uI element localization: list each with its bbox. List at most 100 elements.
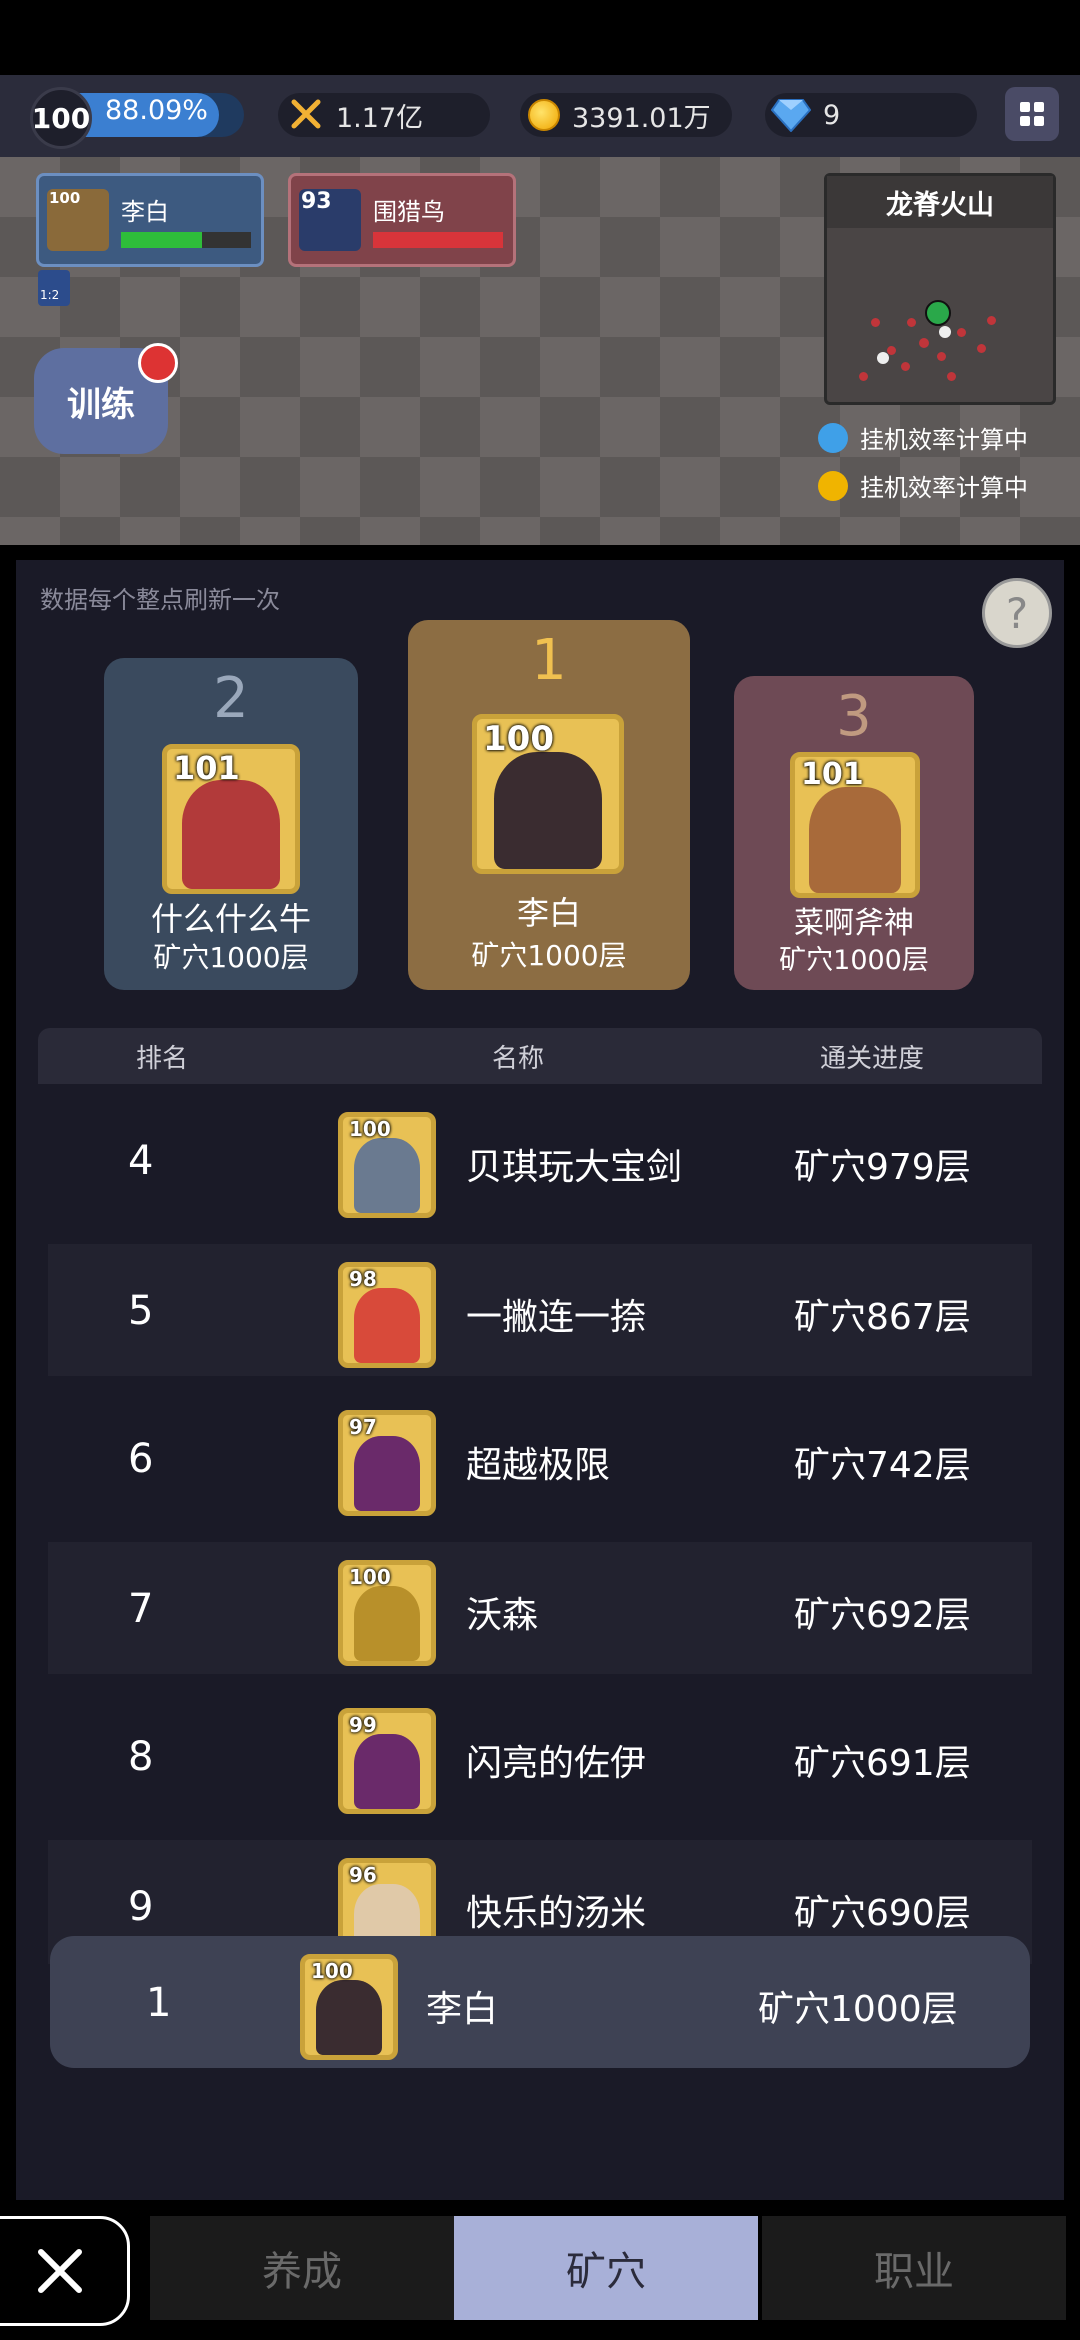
help-button[interactable]: ? (982, 578, 1052, 648)
sword-icon: 1:2 (38, 270, 70, 306)
power-value: 1.17亿 (336, 102, 424, 134)
row-name: 沃森 (466, 1595, 539, 1636)
gold-pill: 3391.01万 (520, 93, 732, 137)
row-name: 一撇连一捺 (466, 1297, 647, 1338)
minimap[interactable]: 龙脊火山 (824, 173, 1056, 405)
podium-rank-1[interactable]: 1 100 李白 矿穴1000层 (408, 620, 690, 990)
row-progress: 矿穴692层 (794, 1595, 971, 1636)
close-icon (38, 2249, 82, 2293)
avatar: 97 (338, 1410, 436, 1516)
podium-rank: 1 (531, 628, 567, 693)
enemy-hp-bar (373, 232, 503, 248)
podium-rank: 3 (836, 684, 872, 749)
podium-progress: 矿穴1000层 (779, 945, 929, 976)
gold-value: 3391.01万 (572, 102, 711, 134)
efficiency-row-exp: 挂机效率计算中 (818, 420, 1028, 455)
avatar: 100 (338, 1112, 436, 1218)
table-row[interactable]: 4 100 贝琪玩大宝剑 矿穴979层 (48, 1094, 1032, 1226)
exp-percent: 88.09% (105, 95, 208, 126)
row-rank: 9 (128, 1884, 154, 1930)
enemy-name: 围猎鸟 (373, 198, 445, 226)
crossed-swords-icon (291, 99, 321, 129)
podium-rank-2[interactable]: 2 101 什么什么牛 矿穴1000层 (104, 658, 358, 990)
table-row[interactable]: 7 100 沃森 矿穴692层 (48, 1542, 1032, 1674)
row-progress: 矿穴691层 (794, 1743, 971, 1784)
minimap-target-dot (925, 300, 951, 326)
gem-value: 9 (823, 99, 841, 131)
avatar: 98 (338, 1262, 436, 1368)
podium-name: 李白 (516, 894, 581, 932)
avatar-level: 98 (349, 1267, 377, 1291)
row-name: 超越极限 (466, 1445, 611, 1486)
podium-name: 菜啊斧神 (794, 906, 914, 941)
minimap-player-dot (939, 326, 951, 338)
row-rank: 1 (146, 1980, 172, 2026)
avatar-level: 96 (349, 1863, 377, 1887)
avatar: 100 (300, 1954, 398, 2060)
refresh-notice: 数据每个整点刷新一次 (40, 586, 280, 614)
hero-name: 李白 (121, 198, 169, 226)
enemy-portrait: 93 (299, 189, 361, 251)
podium-progress: 矿穴1000层 (471, 939, 627, 972)
avatar-level: 100 (311, 1959, 353, 1983)
hero-portrait: 100 (47, 189, 109, 251)
row-rank: 7 (128, 1586, 154, 1632)
diamond-icon (771, 99, 811, 132)
avatar-level: 101 (801, 757, 864, 792)
tab-cultivate[interactable]: 养成 (150, 2216, 454, 2320)
column-progress: 通关进度 (820, 1044, 925, 1074)
row-progress: 矿穴1000层 (758, 1989, 958, 2030)
row-rank: 6 (128, 1436, 154, 1482)
close-button[interactable] (0, 2216, 130, 2326)
column-name: 名称 (492, 1044, 545, 1074)
player-level-badge: 100 (30, 87, 92, 149)
tab-mine[interactable]: 矿穴 (454, 2216, 758, 2320)
minimap-title: 龙脊火山 (827, 176, 1053, 228)
top-resource-bar: 100 88.09% 1.17亿 3391.01万 9 (0, 75, 1080, 157)
row-rank: 5 (128, 1288, 154, 1334)
menu-grid-button[interactable] (1005, 87, 1059, 141)
column-rank: 排名 (136, 1044, 189, 1074)
avatar: 100 (472, 714, 624, 874)
avatar-level: 100 (349, 1565, 391, 1589)
podium-rank: 2 (213, 666, 249, 731)
gold-coin-icon (818, 470, 848, 501)
tab-career[interactable]: 职业 (762, 2216, 1066, 2320)
my-rank-row[interactable]: 1 100 李白 矿穴1000层 (50, 1936, 1030, 2068)
avatar-level: 100 (483, 719, 554, 759)
avatar: 101 (162, 744, 300, 894)
ranking-table-header: 排名 名称 通关进度 (38, 1028, 1042, 1084)
gem-pill: 9 (765, 93, 977, 137)
sword-badge: 1:2 (40, 288, 60, 302)
podium-rank-3[interactable]: 3 101 菜啊斧神 矿穴1000层 (734, 676, 974, 990)
notification-dot (138, 343, 178, 383)
row-rank: 4 (128, 1138, 154, 1184)
efficiency-text: 挂机效率计算中 (860, 474, 1028, 502)
row-name: 贝琪玩大宝剑 (466, 1147, 683, 1188)
row-progress: 矿穴690层 (794, 1893, 971, 1934)
row-rank: 8 (128, 1734, 154, 1780)
gold-coin-icon (528, 99, 560, 131)
table-row[interactable]: 6 97 超越极限 矿穴742层 (48, 1392, 1032, 1524)
hp-fill (121, 232, 202, 248)
podium-name: 什么什么牛 (150, 900, 311, 938)
avatar-level: 100 (349, 1117, 391, 1141)
ranking-list[interactable]: 4 100 贝琪玩大宝剑 矿穴979层 5 98 一撇连一捺 矿穴867层 6 … (38, 1084, 1042, 1964)
hero-level: 100 (49, 189, 81, 207)
avatar-level: 99 (349, 1713, 377, 1737)
power-pill: 1.17亿 (278, 93, 490, 137)
player-hero-card[interactable]: 100 李白 (36, 173, 264, 267)
avatar: 99 (338, 1708, 436, 1814)
enemy-card[interactable]: 93 围猎鸟 (288, 173, 516, 267)
gear-icon (818, 422, 848, 453)
row-progress: 矿穴979层 (794, 1147, 971, 1188)
row-progress: 矿穴742层 (794, 1445, 971, 1486)
row-name: 闪亮的佐伊 (466, 1743, 647, 1784)
avatar: 100 (338, 1560, 436, 1666)
row-progress: 矿穴867层 (794, 1297, 971, 1338)
table-row[interactable]: 5 98 一撇连一捺 矿穴867层 (48, 1244, 1032, 1376)
table-row[interactable]: 8 99 闪亮的佐伊 矿穴691层 (48, 1690, 1032, 1822)
row-name: 快乐的汤米 (466, 1893, 647, 1934)
efficiency-text: 挂机效率计算中 (860, 426, 1028, 454)
hero-hp-bar (121, 232, 251, 248)
